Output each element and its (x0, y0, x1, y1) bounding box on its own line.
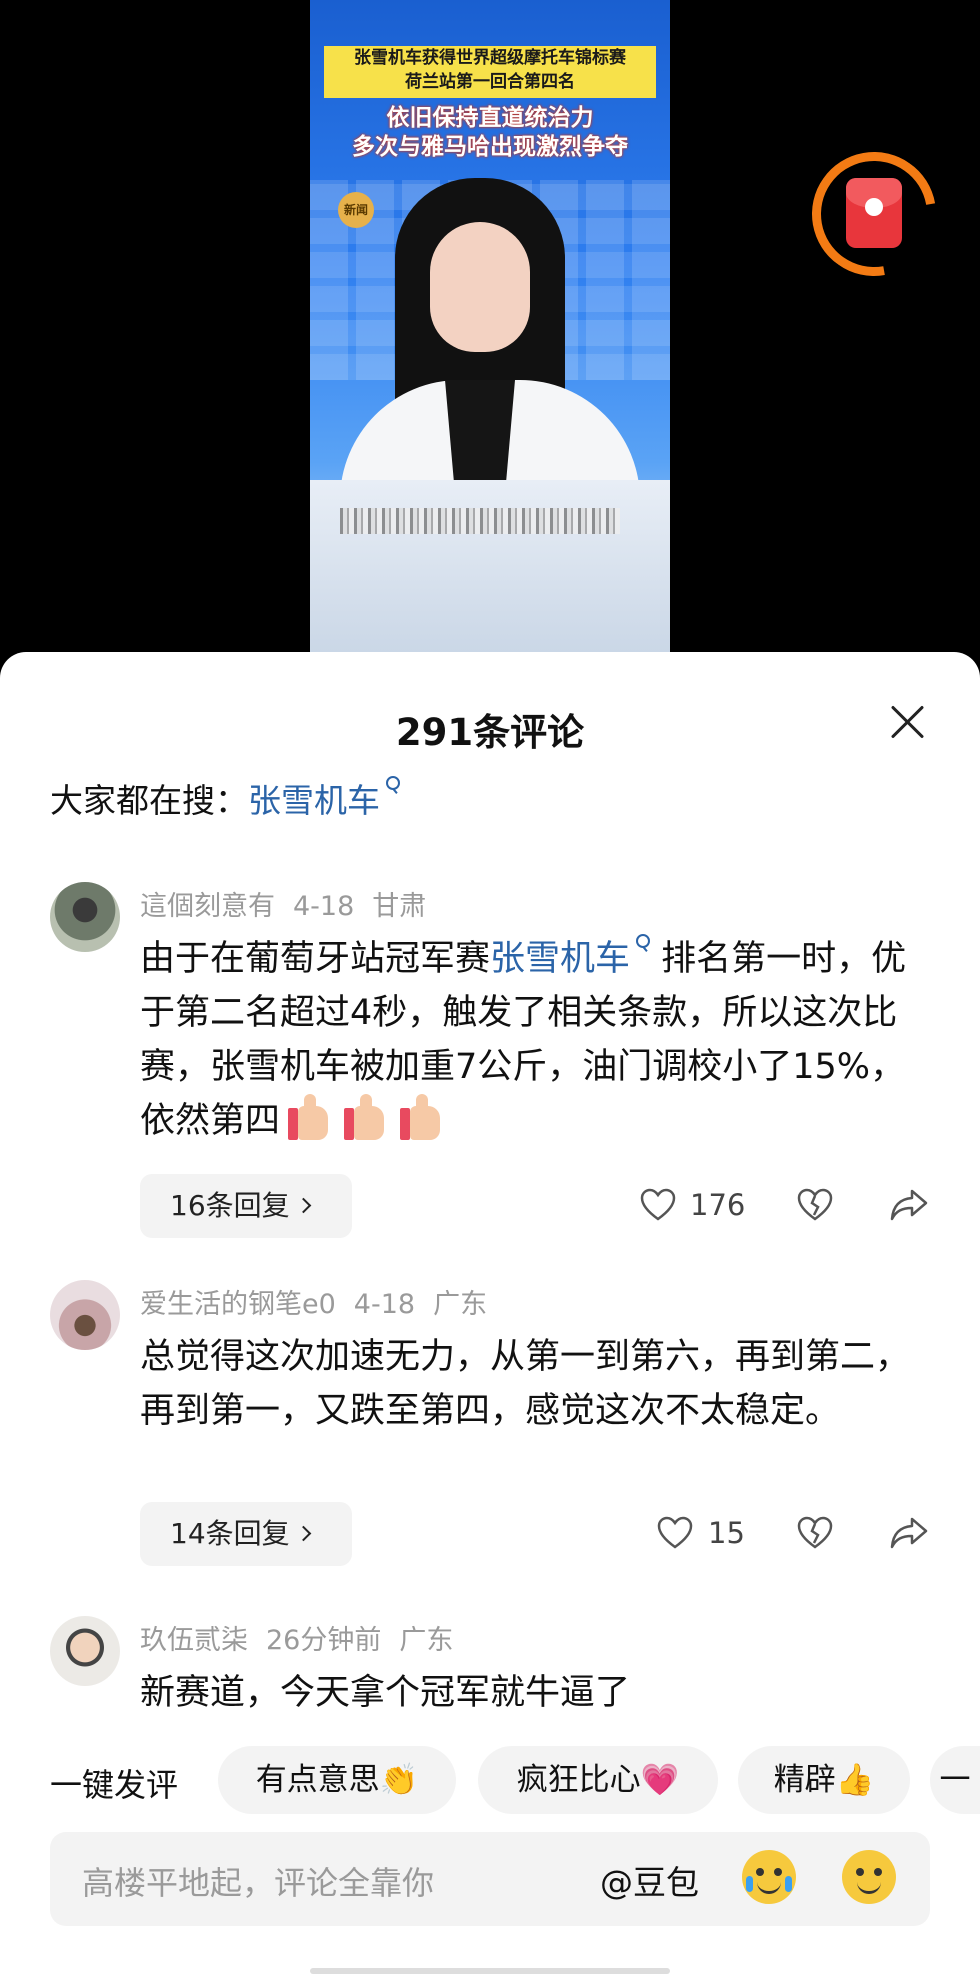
headline-line-1: 张雪机车获得世界超级摩托车锦标赛 (354, 48, 626, 68)
home-indicator (310, 1968, 670, 1974)
avatar[interactable] (50, 1616, 120, 1686)
dislike-icon[interactable] (797, 1516, 833, 1550)
like-icon[interactable] (640, 1188, 676, 1222)
mention-button[interactable]: @豆包 (600, 1856, 699, 1904)
comment-text: 由于在葡萄牙站冠军赛张雪机车 排名第一时，优于第二名超过4秒，触发了相关条款，所… (140, 932, 940, 1148)
search-icon (634, 932, 651, 954)
quick-reply-chip[interactable]: 一 (930, 1746, 980, 1814)
thumbs-up-icon (344, 1094, 392, 1140)
quick-reply-chip[interactable]: 有点意思👏 (218, 1746, 456, 1814)
quick-reply-bar: 一键发评 有点意思👏 疯狂比心💗 精辟👍 一 (0, 1746, 980, 1816)
subtitle-line-1: 依旧保持直道统治力 (386, 105, 594, 131)
video-player[interactable]: 张雪机车获得世界超级摩托车锦标赛 荷兰站第一回合第四名 依旧保持直道统治力 多次… (0, 0, 980, 660)
comment-input[interactable]: 高楼平地起，评论全靠你 @豆包 (50, 1832, 930, 1926)
video-subtitle: 依旧保持直道统治力 多次与雅马哈出现激烈争夺 (310, 104, 670, 162)
comment-location: 甘肃 (372, 891, 427, 922)
envelope-seal (865, 198, 883, 216)
comment-meta: 這個刻意有 4-18 甘肃 (140, 884, 444, 923)
video-headline: 张雪机车获得世界超级摩托车锦标赛 荷兰站第一回合第四名 (324, 46, 656, 98)
headline-line-2: 荷兰站第一回合第四名 (405, 72, 575, 92)
red-envelope-icon[interactable] (787, 127, 961, 301)
studio-desk (310, 480, 670, 660)
quick-reply-chip[interactable]: 疯狂比心💗 (478, 1746, 718, 1814)
comment-date: 26分钟前 (266, 1625, 382, 1656)
trending-search: 大家都在搜：张雪机车 (50, 774, 400, 822)
dislike-icon[interactable] (797, 1188, 833, 1222)
crying-laughing-emoji-icon[interactable] (742, 1850, 796, 1904)
comment-sheet: 291条评论 大家都在搜：张雪机车 這個刻意有 4-18 甘肃 由于在葡萄牙站冠军赛… (0, 652, 980, 1978)
avatar[interactable] (50, 1280, 120, 1350)
thumbs-up-icon (400, 1094, 448, 1140)
comment-text: 新赛道，今天拿个冠军就牛逼了 (140, 1673, 631, 1713)
news-anchor-face (430, 222, 530, 352)
share-icon[interactable] (890, 1188, 928, 1222)
share-icon[interactable] (890, 1516, 928, 1550)
comment-meta: 玖伍贰柒 26分钟前 广东 (140, 1618, 471, 1657)
comment-actions: 15 (0, 1504, 980, 1564)
trending-search-label: 大家都在搜： (50, 781, 248, 820)
video-frame[interactable]: 张雪机车获得世界超级摩托车锦标赛 荷兰站第一回合第四名 依旧保持直道统治力 多次… (310, 0, 670, 660)
comment-location: 广东 (399, 1625, 454, 1656)
quick-reply-chip[interactable]: 精辟👍 (738, 1746, 910, 1814)
avatar[interactable] (50, 882, 120, 952)
like-count: 176 (690, 1188, 746, 1222)
username[interactable]: 爱生活的钢笔e0 (140, 1289, 336, 1320)
comment-date: 4-18 (293, 891, 355, 922)
like-icon[interactable] (657, 1516, 693, 1550)
comment-text-part: 由于在葡萄牙站冠军赛 (140, 939, 491, 979)
comment-count-title: 291条评论 (395, 711, 585, 754)
comment-input-placeholder: 高楼平地起，评论全靠你 (82, 1864, 435, 1902)
quick-reply-label: 一键发评 (50, 1766, 179, 1804)
comment-search-link[interactable]: 张雪机车 (490, 939, 630, 979)
comment-actions: 176 (0, 1176, 980, 1236)
smile-emoji-icon[interactable] (842, 1850, 896, 1904)
close-icon[interactable] (884, 698, 932, 746)
blurred-caption (340, 508, 620, 534)
comment-location: 广东 (433, 1289, 488, 1320)
news-badge: 新闻 (338, 192, 374, 228)
username[interactable]: 玖伍贰柒 (140, 1625, 248, 1656)
thumbs-up-icon (288, 1094, 336, 1140)
username[interactable]: 這個刻意有 (140, 891, 275, 922)
search-icon (384, 774, 400, 796)
like-count: 15 (708, 1516, 745, 1550)
comment-meta: 爱生活的钢笔e0 4-18 广东 (140, 1282, 505, 1321)
subtitle-line-2: 多次与雅马哈出现激烈争夺 (352, 134, 628, 160)
trending-search-link[interactable]: 张雪机车 (248, 781, 380, 820)
comment-date: 4-18 (353, 1289, 416, 1320)
comment-text: 总觉得这次加速无力，从第一到第六，再到第二，再到第一，又跌至第四，感觉这次不太稳… (140, 1337, 911, 1431)
